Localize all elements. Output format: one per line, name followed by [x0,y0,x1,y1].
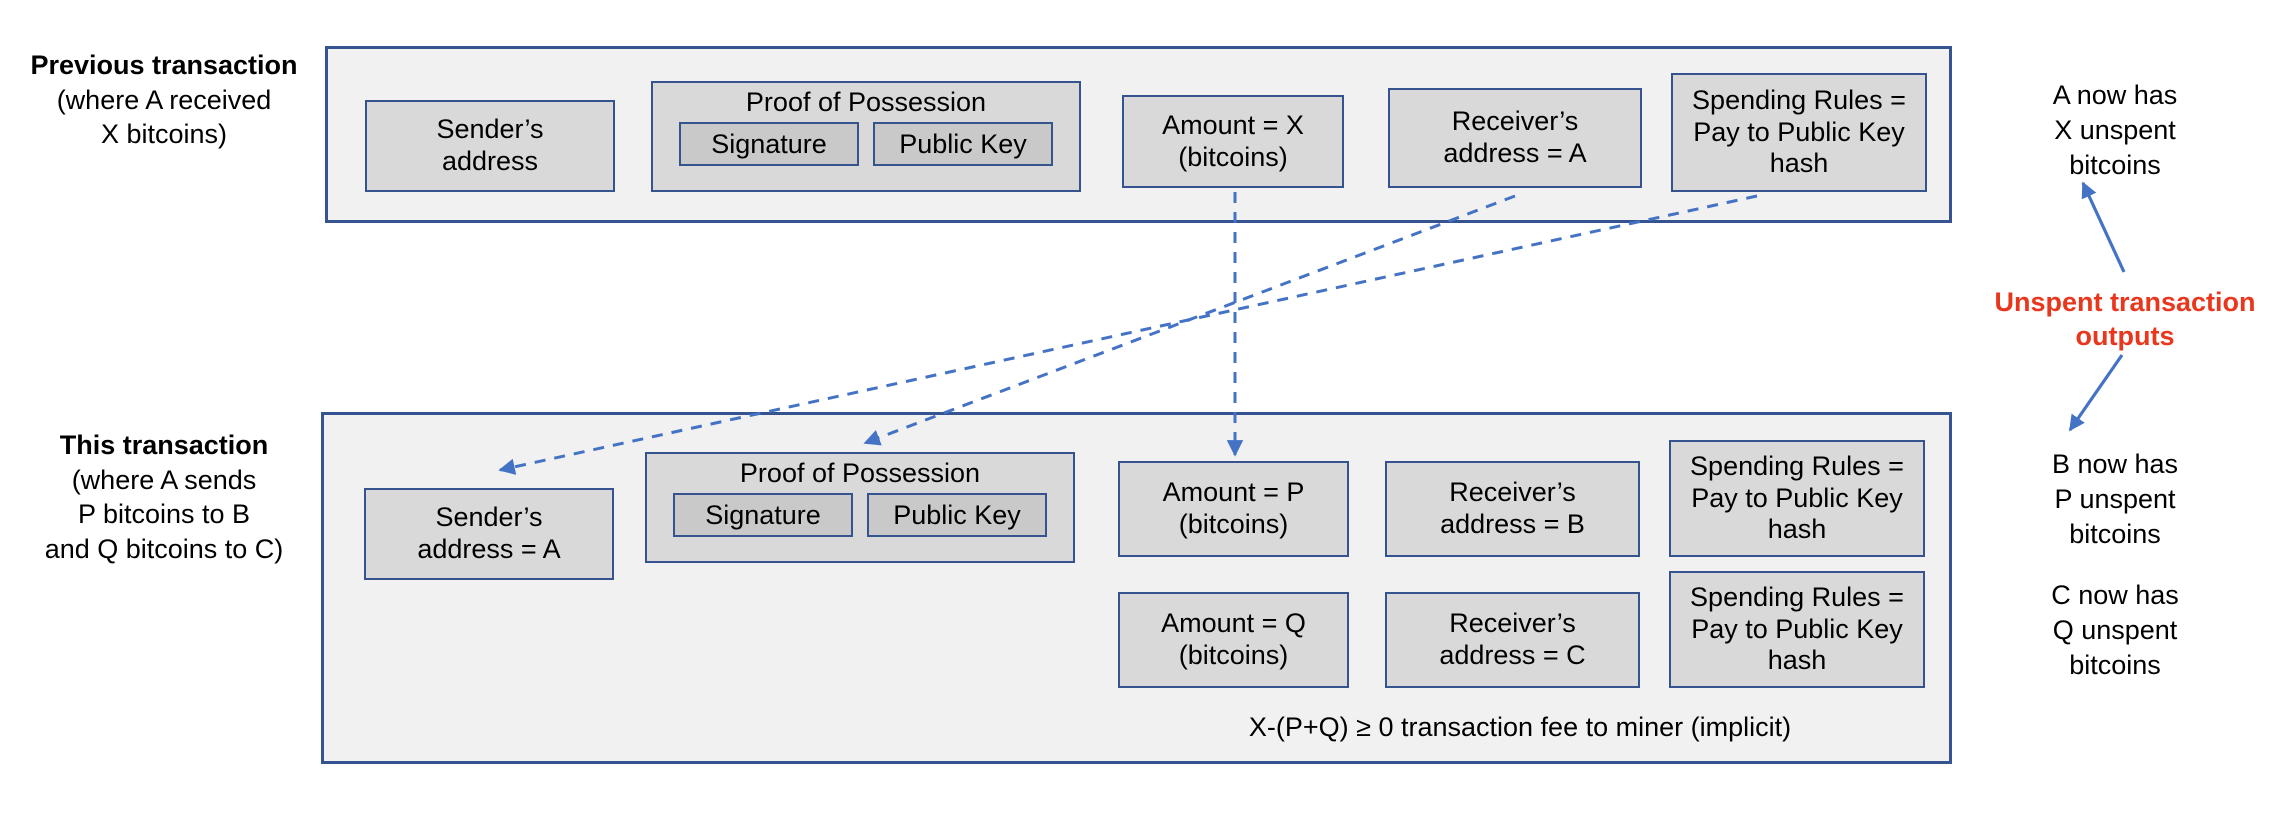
diagram-canvas: Previous transaction (where A received X… [0,0,2296,814]
this-transaction-label-line4: and Q bitcoins to C) [44,533,284,564]
this-sender-address-line1: Sender’s [435,502,543,533]
this-output-2-receiver-line2: address = C [1439,640,1586,670]
this-proof-of-possession-row: Signature Public Key [663,493,1057,545]
arrow-receiver-to-proof [863,194,1516,446]
this-output-1-amount-box: Amount = P (bitcoins) [1118,461,1349,557]
previous-proof-of-possession-box: Proof of Possession Signature Public Key [651,81,1081,192]
this-output-2-rules-line3: hash [1767,645,1827,676]
this-output-1-receiver-box: Receiver’s address = B [1385,461,1640,557]
this-transaction-label-title: This transaction [59,430,269,460]
previous-output-receiver-line1: Receiver’s [1451,106,1579,137]
previous-public-key-chip: Public Key [873,122,1053,167]
this-output-2-spending-rules-box: Spending Rules = Pay to Public Key hash [1669,571,1925,688]
transaction-fee-note: X-(P+Q) ≥ 0 transaction fee to miner (im… [1248,712,1792,742]
this-output-1-receiver-line1: Receiver’s [1449,477,1576,508]
previous-transaction-label: Previous transaction (where A received X… [14,48,314,152]
previous-transaction-label-line3: X bitcoins) [100,119,228,150]
this-output-1-spending-rules-box: Spending Rules = Pay to Public Key hash [1669,440,1925,557]
this-output-2-amount-line2: (bitcoins) [1178,640,1289,670]
previous-output-receiver-line2: address = A [1443,138,1587,168]
this-transaction-label: This transaction (where A sends P bitcoi… [14,428,314,566]
previous-output-spending-rules-box: Spending Rules = Pay to Public Key hash [1671,73,1927,192]
previous-output-rules-line2: Pay to Public Key [1693,116,1905,147]
previous-output-rules-line3: hash [1769,148,1829,179]
arrow-utxo-to-a-note [2081,181,2126,273]
previous-output-amount-box: Amount = X (bitcoins) [1122,95,1344,188]
previous-output-receiver-box: Receiver’s address = A [1388,88,1642,188]
this-output-2-receiver-line1: Receiver’s [1449,608,1576,639]
this-transaction-label-line2: (where A sends [71,464,257,495]
previous-transaction-label-title: Previous transaction [30,50,298,80]
previous-proof-of-possession-title: Proof of Possession [745,87,987,117]
c-unspent-note-line3: bitcoins [2069,650,2161,681]
this-output-1-rules-line2: Pay to Public Key [1691,482,1903,513]
this-output-1-amount-line2: (bitcoins) [1178,509,1289,539]
this-output-2-rules-line2: Pay to Public Key [1691,613,1903,644]
c-unspent-note-line1: C now has [2051,580,2179,610]
this-sender-address-line2: address = A [417,534,561,564]
a-unspent-note-line2: X unspent [2054,115,2176,146]
c-unspent-note: C now has Q unspent bitcoins [1990,578,2240,683]
b-unspent-note-line2: P unspent [2054,484,2176,515]
b-unspent-note-line1: B now has [2051,449,2179,479]
previous-output-amount-line2: (bitcoins) [1178,141,1288,172]
this-output-2-amount-line1: Amount = Q [1161,608,1306,639]
previous-proof-of-possession-row: Signature Public Key [669,122,1063,174]
previous-signature-chip: Signature [679,122,859,167]
a-unspent-note-line3: bitcoins [2069,150,2161,181]
previous-output-amount-line1: Amount = X [1162,109,1304,140]
this-public-key-chip: Public Key [867,493,1047,538]
this-proof-of-possession-title: Proof of Possession [739,458,981,488]
this-output-2-receiver-box: Receiver’s address = C [1385,592,1640,688]
utxo-label-line2: outputs [2075,320,2175,351]
this-signature-chip: Signature [673,493,853,538]
this-output-1-rules-line1: Spending Rules = [1690,450,1904,481]
a-unspent-note-line1: A now has [2052,80,2178,110]
utxo-label-line1: Unspent transaction [1994,287,2256,317]
this-output-1-amount-line1: Amount = P [1162,477,1305,508]
b-unspent-note: B now has P unspent bitcoins [1990,447,2240,552]
this-proof-of-possession-box: Proof of Possession Signature Public Key [645,452,1075,563]
previous-sender-address-line2: address [441,146,539,176]
previous-sender-address-box: Sender’s address [365,100,615,192]
unspent-transaction-outputs-label: Unspent transaction outputs [1980,286,2270,354]
arrow-utxo-to-b-note [2068,354,2124,432]
this-output-2-rules-line1: Spending Rules = [1690,581,1904,612]
previous-transaction-label-line2: (where A received [56,84,272,115]
this-sender-address-box: Sender’s address = A [364,488,614,580]
b-unspent-note-line3: bitcoins [2069,519,2161,550]
this-output-1-rules-line3: hash [1767,514,1827,545]
this-output-1-receiver-line2: address = B [1440,509,1585,539]
this-transaction-label-line3: P bitcoins to B [77,499,251,530]
a-unspent-note: A now has X unspent bitcoins [1990,78,2240,183]
previous-output-rules-line1: Spending Rules = [1692,84,1906,115]
previous-sender-address-line1: Sender’s [436,114,544,145]
c-unspent-note-line2: Q unspent [2052,615,2178,646]
this-output-2-amount-box: Amount = Q (bitcoins) [1118,592,1349,688]
